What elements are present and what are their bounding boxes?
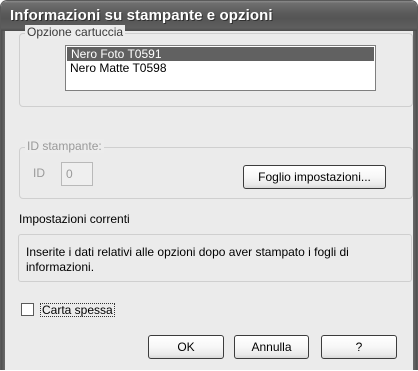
thick-paper-checkbox[interactable] [21,303,34,316]
current-settings-label: Impostazioni correnti [19,212,130,226]
cartridge-listbox[interactable]: Nero Foto T0591 Nero Matte T0598 [65,45,376,91]
cancel-button[interactable]: Annulla [234,335,309,359]
window-title: Informazioni su stampante e opzioni [10,7,273,24]
cartridge-option-legend: Opzione cartuccia [25,25,126,39]
printer-id-field[interactable] [61,162,93,186]
current-settings-box: Inserite i dati relativi alle opzioni do… [18,234,412,282]
cartridge-item-matte-black[interactable]: Nero Matte T0598 [66,61,375,75]
window-frame-right [413,31,417,370]
help-button[interactable]: ? [321,335,397,359]
cartridge-item-photo-black[interactable]: Nero Foto T0591 [67,47,374,61]
ok-button[interactable]: OK [148,335,224,359]
id-label: ID [33,166,45,180]
settings-sheet-button[interactable]: Foglio impostazioni... [243,165,386,189]
window-frame-left [1,31,5,370]
thick-paper-label[interactable]: Carta spessa [40,303,115,317]
printer-id-legend: ID stampante: [25,139,104,153]
dialog-window: Informazioni su stampante e opzioni Opzi… [0,0,418,370]
current-settings-message: Inserite i dati relativi alle opzioni do… [26,245,349,274]
